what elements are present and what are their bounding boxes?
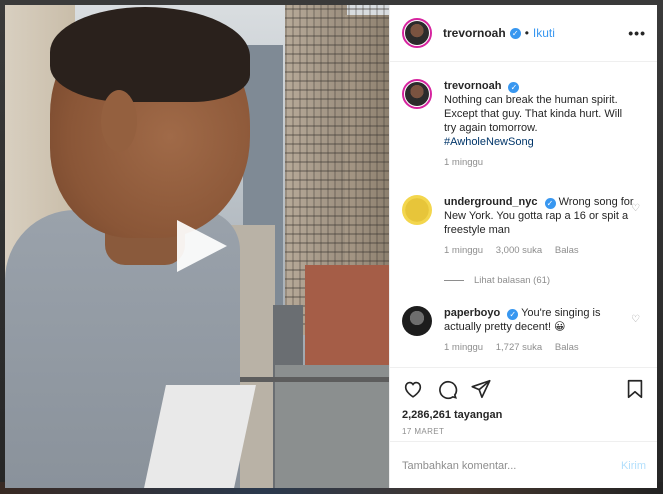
comment-meta: 1 minggu 1,727 suka Balas — [444, 342, 652, 353]
comment-composer: Kirim — [390, 441, 657, 488]
verified-icon: ✓ — [507, 309, 519, 320]
caption-body: trevornoah ✓ Nothing can break the human … — [444, 79, 634, 149]
avatar-image — [405, 82, 429, 106]
post-actions: 2,286,261 tayangan 17 MARET — [390, 367, 657, 441]
comment-item: underground_nyc ✓ Wrong song for New York… — [402, 195, 652, 256]
follow-button[interactable]: Ikuti — [533, 26, 555, 40]
comment-username[interactable]: paperboyo — [444, 307, 500, 319]
replies-divider — [444, 279, 464, 281]
post-date[interactable]: 17 MARET — [402, 427, 444, 436]
separator-dot: • — [524, 26, 529, 40]
avatar[interactable] — [402, 18, 432, 48]
action-icons — [402, 378, 492, 400]
avatar[interactable] — [402, 306, 432, 336]
caption-time[interactable]: 1 minggu — [444, 157, 483, 168]
video-person-ear — [101, 90, 137, 152]
caption-meta: 1 minggu — [444, 157, 652, 168]
post-modal: trevornoah ✓ • Ikuti ••• trevornoah ✓ Not… — [5, 5, 657, 488]
comment-meta: 1 minggu 3,000 suka Balas — [444, 245, 652, 256]
caption-hashtag[interactable]: #AwholeNewSong — [444, 136, 534, 148]
comment-body: underground_nyc ✓ Wrong song for New York… — [444, 195, 634, 237]
video-building — [275, 365, 389, 488]
post-video[interactable] — [5, 5, 389, 488]
verified-icon: ✓ — [544, 198, 556, 209]
comments-list[interactable]: trevornoah ✓ Nothing can break the human … — [390, 63, 657, 366]
post-side-panel: trevornoah ✓ • Ikuti ••• trevornoah ✓ Not… — [389, 5, 657, 488]
verified-icon: ✓ — [509, 27, 521, 39]
video-building — [305, 265, 389, 375]
avatar-image — [405, 21, 429, 45]
heart-icon[interactable]: ♡ — [631, 314, 640, 325]
comment-body: paperboyo ✓ You're singing is actually pr… — [444, 306, 634, 334]
heart-icon[interactable]: ♡ — [631, 203, 640, 214]
comment-item: paperboyo ✓ You're singing is actually pr… — [402, 306, 652, 353]
reply-button[interactable]: Balas — [555, 245, 579, 256]
caption-username[interactable]: trevornoah — [444, 80, 501, 92]
comment-time[interactable]: 1 minggu — [444, 245, 483, 256]
comment-likes[interactable]: 3,000 suka — [496, 245, 542, 256]
share-icon[interactable] — [470, 378, 492, 400]
avatar[interactable] — [402, 79, 432, 109]
comment-input[interactable] — [402, 456, 602, 476]
comment-icon[interactable] — [436, 378, 458, 400]
send-button[interactable]: Kirim — [621, 460, 646, 472]
comment-likes[interactable]: 1,727 suka — [496, 342, 542, 353]
view-replies-label: Lihat balasan (61) — [474, 275, 551, 286]
video-person-hair — [50, 7, 250, 102]
caption-text: Nothing can break the human spirit. Exce… — [444, 94, 623, 134]
comment-time[interactable]: 1 minggu — [444, 342, 483, 353]
bookmark-icon[interactable] — [624, 378, 646, 400]
caption: trevornoah ✓ Nothing can break the human … — [402, 79, 652, 168]
comment-username[interactable]: underground_nyc — [444, 196, 538, 208]
more-options-icon[interactable]: ••• — [628, 25, 646, 41]
post-header: trevornoah ✓ • Ikuti ••• — [390, 5, 657, 62]
video-rail — [215, 377, 389, 382]
reply-button[interactable]: Balas — [555, 342, 579, 353]
view-replies-button[interactable]: Lihat balasan (61) — [444, 275, 550, 286]
verified-icon: ✓ — [508, 82, 520, 93]
avatar[interactable] — [402, 195, 432, 225]
view-count: 2,286,261 tayangan — [402, 409, 503, 421]
heart-icon[interactable] — [402, 378, 424, 400]
post-username[interactable]: trevornoah — [443, 26, 506, 40]
play-icon[interactable] — [177, 220, 227, 272]
